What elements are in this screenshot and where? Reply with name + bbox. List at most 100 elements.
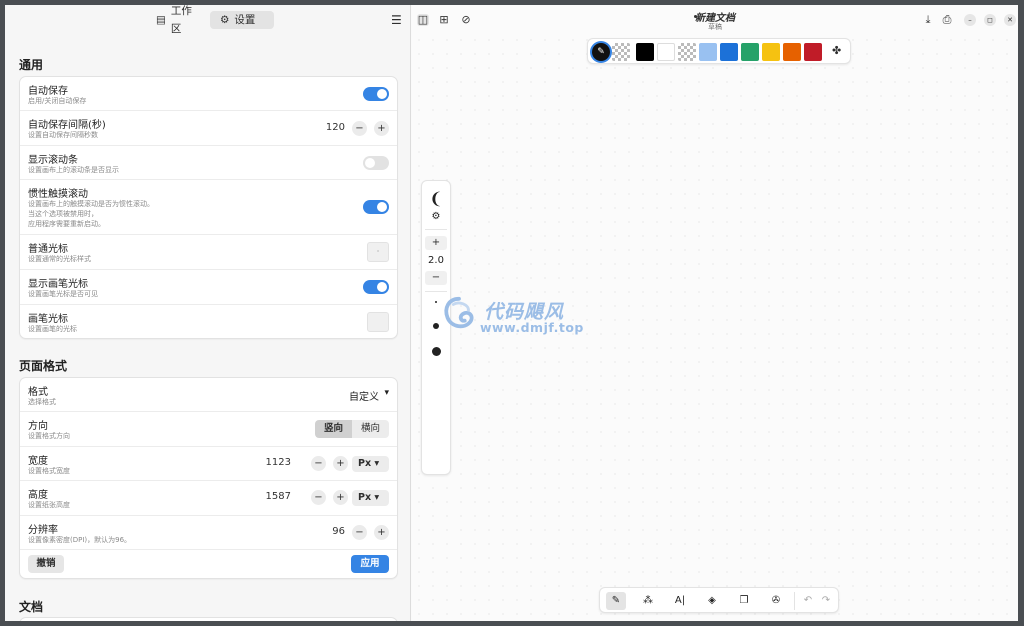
dpi-increment-button[interactable]: + [374, 525, 389, 540]
stroke-width-value: 2.0 [428, 255, 444, 266]
pen-cursor-visible-subtitle: 设置画笔光标是否可见 [28, 290, 98, 298]
close-button[interactable]: ✕ [1004, 14, 1016, 26]
canvas-area[interactable]: ◫ ⊞ ⊘ 新建文档 草稿 ⤓ ⎙ – ◻ ✕ ✎ ✤ ❨ ⚙ + 2.0 − [412, 5, 1018, 621]
page-format-card: 格式 选择格式 自定义 ▾ 方向 设置格式方向 竖向 横向 宽度 设置格式宽度 … [19, 377, 398, 579]
print-preview-icon[interactable]: ⎙ [941, 14, 953, 26]
stroke-color-icon[interactable]: ✎ [592, 43, 610, 61]
autosave-interval-decrement-button[interactable]: − [352, 121, 367, 136]
scrollbars-toggle[interactable] [363, 156, 389, 170]
color-swatch[interactable] [804, 43, 822, 61]
width-unit-dropdown[interactable]: Px ▾ [352, 456, 389, 472]
shape-tool-icon[interactable]: ⁂ [638, 592, 658, 610]
cancel-button[interactable]: 撤销 [28, 555, 64, 573]
fill-color-swatch[interactable] [612, 43, 630, 61]
inertia-subtitle-line-1: 设置画布上的触摸滚动是否为惯性滚动。 [28, 200, 154, 208]
orientation-subtitle: 设置格式方向 [28, 432, 70, 440]
text-tool-icon[interactable]: A| [670, 592, 690, 610]
autosave-interval-increment-button[interactable]: + [374, 121, 389, 136]
row-scrollbars: 显示滚动条 设置画布上的滚动条是否显示 [20, 146, 397, 180]
width-unit-value: Px [358, 458, 372, 469]
pen-cursor-subtitle: 设置画笔的光标 [28, 325, 77, 333]
autosave-title: 自动保存 [28, 86, 68, 97]
width-decrement-button[interactable]: − [311, 456, 326, 471]
dpi-title: 分辨率 [28, 525, 58, 536]
height-subtitle: 设置纸张高度 [28, 501, 70, 509]
height-increment-button[interactable]: + [333, 490, 348, 505]
stroke-width-increase-button[interactable]: + [425, 236, 447, 250]
settings-scroll[interactable]: 通用 自动保存 启用/关闭自动保存 自动保存间隔(秒) 设置自动保存间隔秒数 1… [5, 35, 411, 621]
row-width: 宽度 设置格式宽度 1123 − + Px ▾ [20, 447, 397, 481]
dpi-decrement-button[interactable]: − [352, 525, 367, 540]
pen-style-icon[interactable]: ❨ [422, 189, 450, 208]
apply-button[interactable]: 应用 [351, 555, 389, 573]
tools-wrench-icon[interactable]: ✇ [766, 592, 786, 610]
autosave-subtitle: 启用/关闭自动保存 [28, 97, 87, 105]
undo-icon[interactable]: ↶ [798, 592, 818, 610]
height-unit-value: Px [358, 492, 372, 503]
row-orientation: 方向 设置格式方向 竖向 横向 [20, 412, 397, 447]
inertia-toggle[interactable] [363, 200, 389, 214]
height-value: 1587 [265, 491, 291, 502]
divider [425, 229, 447, 230]
format-dropdown[interactable]: 自定义 ▾ [339, 388, 389, 403]
document-icon: ▤ [156, 14, 166, 26]
stroke-size-medium-icon[interactable] [433, 323, 439, 329]
row-pen-cursor: 画笔光标 设置画笔的光标 [20, 305, 397, 339]
inertia-title: 惯性触摸滚动 [28, 189, 88, 200]
selector-tool-icon[interactable]: ❐ [734, 592, 754, 610]
format-title: 格式 [28, 387, 48, 398]
stroke-size-large-icon[interactable] [432, 347, 441, 356]
divider [794, 592, 795, 610]
color-swatch[interactable] [678, 43, 696, 61]
color-palette: ✎ ✤ [587, 38, 851, 64]
orientation-toggle-group: 竖向 横向 [315, 420, 389, 438]
watermark-url: www.dmjf.top [480, 320, 584, 335]
color-picker-icon[interactable]: ✤ [832, 44, 841, 57]
stroke-size-small-icon[interactable] [435, 301, 437, 303]
hamburger-menu-icon[interactable]: ☰ [391, 14, 403, 26]
color-swatch[interactable] [699, 43, 717, 61]
orientation-landscape-button[interactable]: 横向 [352, 420, 389, 438]
redo-icon[interactable]: ↷ [816, 592, 836, 610]
color-swatch[interactable] [762, 43, 780, 61]
color-swatch[interactable] [741, 43, 759, 61]
settings-panel: ▤ 工作区 ⚙ 设置 ☰ 通用 自动保存 启用/关闭自动保存 自动保存间隔(秒) [5, 5, 411, 621]
color-swatch[interactable] [783, 43, 801, 61]
eraser-tool-icon[interactable]: ◈ [702, 592, 722, 610]
row-height: 高度 设置纸张高度 1587 − + Px ▾ [20, 481, 397, 516]
color-swatch[interactable] [720, 43, 738, 61]
width-increment-button[interactable]: + [333, 456, 348, 471]
chevron-down-icon: ▾ [374, 492, 380, 503]
watermark: 代码飓风 www.dmjf.top [440, 293, 600, 343]
tab-settings-label: 设置 [234, 14, 256, 26]
document-card [19, 617, 398, 621]
maximize-button[interactable]: ◻ [984, 14, 996, 26]
color-swatch[interactable] [636, 43, 654, 61]
normal-cursor-picker[interactable]: · [367, 242, 389, 262]
autosave-interval-title: 自动保存间隔(秒) [28, 120, 106, 131]
scrollbars-subtitle: 设置画布上的滚动条是否显示 [28, 166, 119, 174]
section-title-page-format: 页面格式 [19, 359, 68, 373]
chevron-down-icon: ▾ [374, 458, 380, 469]
height-unit-dropdown[interactable]: Px ▾ [352, 490, 389, 506]
height-decrement-button[interactable]: − [311, 490, 326, 505]
row-autosave-interval: 自动保存间隔(秒) 设置自动保存间隔秒数 120 − + [20, 111, 397, 146]
row-autosave: 自动保存 启用/关闭自动保存 [20, 77, 397, 111]
pen-cursor-picker[interactable] [367, 312, 389, 332]
width-subtitle: 设置格式宽度 [28, 467, 70, 475]
tab-workspace[interactable]: ▤ 工作区 [146, 5, 203, 35]
inertia-subtitle-line-3: 应用程序需要重新启动。 [28, 220, 105, 228]
stroke-width-decrease-button[interactable]: − [425, 271, 447, 285]
row-pen-cursor-visible: 显示画笔光标 设置画笔光标是否可见 [20, 270, 397, 305]
color-swatch[interactable] [657, 43, 675, 61]
export-icon[interactable]: ⤓ [922, 14, 934, 26]
pen-cursor-visible-toggle[interactable] [363, 280, 389, 294]
scrollbars-title: 显示滚动条 [28, 155, 78, 166]
minimize-button[interactable]: – [964, 14, 976, 26]
orientation-portrait-button[interactable]: 竖向 [315, 420, 352, 438]
tab-settings[interactable]: ⚙ 设置 [210, 11, 274, 29]
autosave-toggle[interactable] [363, 87, 389, 101]
brush-tool-icon[interactable]: ✎ [606, 592, 626, 610]
pen-settings-gear-icon[interactable]: ⚙ [422, 211, 450, 222]
dpi-value: 96 [332, 526, 345, 537]
